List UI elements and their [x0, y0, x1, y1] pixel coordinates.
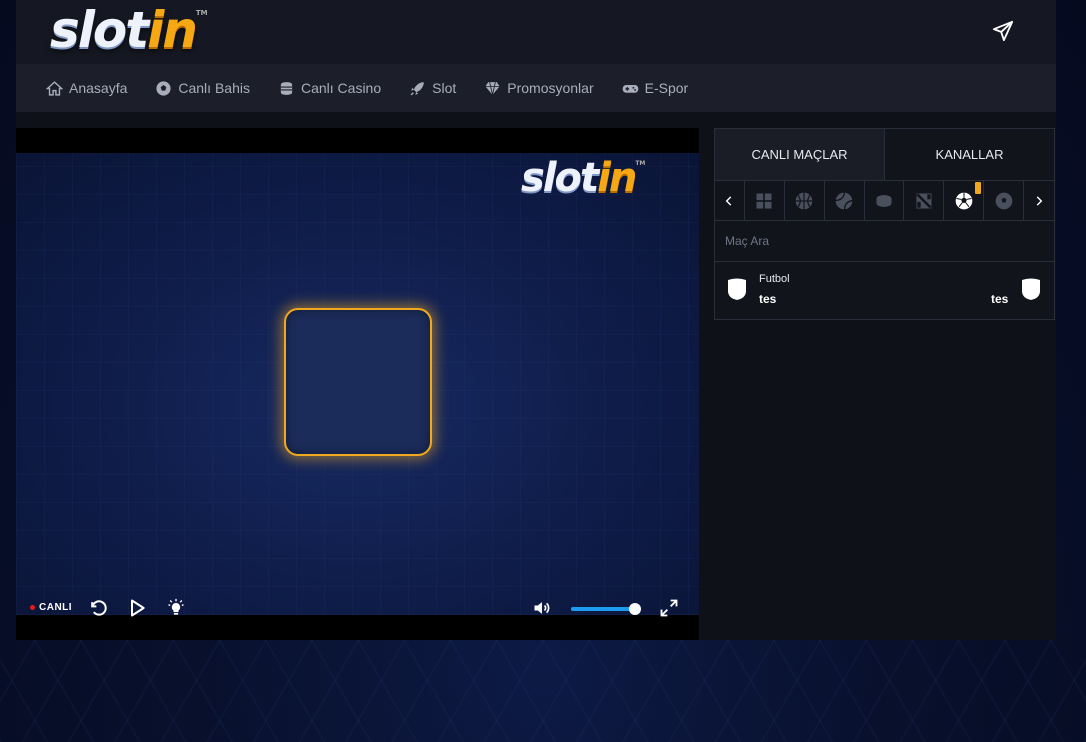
sport-filter-bar — [715, 181, 1054, 221]
home-team-shield-icon — [728, 278, 746, 300]
replay-button[interactable] — [87, 597, 109, 619]
basketball-icon — [795, 192, 813, 210]
nav-item-promosyonlar[interactable]: Promosyonlar — [484, 80, 594, 97]
sport-filter-futsal[interactable] — [984, 181, 1025, 221]
nav-label: Slot — [432, 80, 457, 96]
active-sport-badge — [975, 182, 982, 194]
sport-filter-dota[interactable] — [904, 181, 945, 221]
sport-filter-tennis[interactable] — [825, 181, 865, 221]
match-search — [715, 221, 1054, 262]
paper-plane-icon — [992, 20, 1014, 42]
volume-knob[interactable] — [629, 603, 641, 615]
volume-icon — [534, 602, 550, 614]
fullscreen-button[interactable] — [658, 597, 680, 619]
play-icon — [131, 599, 145, 617]
sport-prev-button[interactable] — [715, 181, 745, 221]
panel-tabs: CANLI MAÇLAR KANALLAR — [715, 129, 1054, 181]
site-logo[interactable]: slotinTM — [50, 2, 208, 58]
main-nav: Anasayfa Canlı Bahis Canlı Casino Slot P… — [16, 64, 1056, 112]
mute-button[interactable] — [531, 597, 553, 619]
fullscreen-icon — [660, 599, 678, 617]
nav-label: Canlı Bahis — [178, 80, 250, 96]
top-bar: slotinTM — [16, 0, 1056, 64]
live-matches-panel: CANLI MAÇLAR KANALLAR Maç Ara Futbol tes… — [714, 128, 1055, 320]
sport-filter-all[interactable] — [745, 181, 785, 221]
chevron-right-icon — [1036, 196, 1043, 206]
live-indicator: CANLI — [30, 602, 72, 613]
nav-label: E-Spor — [644, 80, 689, 96]
match-sport-label: Futbol — [759, 273, 790, 285]
match-row[interactable]: Futbol tes tes — [715, 262, 1054, 319]
tab-kanallar[interactable]: KANALLAR — [885, 129, 1054, 180]
gamepad-icon — [622, 84, 638, 93]
player-controls: CANLI — [16, 594, 699, 624]
chevron-left-icon — [726, 196, 732, 206]
lightbulb-icon — [168, 598, 184, 615]
ice-hockey-icon — [876, 195, 892, 207]
soccer-ball-icon — [955, 192, 973, 210]
diamond-icon — [485, 81, 500, 95]
tennis-icon — [835, 192, 854, 210]
soccer-ball-icon — [156, 80, 171, 96]
away-team-shield-icon — [1022, 278, 1040, 300]
replay-icon — [91, 600, 107, 616]
sport-filter-basketball[interactable] — [785, 181, 825, 221]
all-sports-grid-icon — [756, 193, 772, 209]
nav-label: Anasayfa — [69, 80, 128, 96]
futsal-icon — [995, 192, 1012, 210]
nav-item-slot[interactable]: Slot — [409, 80, 456, 97]
away-team-name: tes — [991, 292, 1009, 306]
sport-filter-soccer[interactable] — [944, 181, 985, 221]
sport-next-button[interactable] — [1024, 181, 1054, 221]
nav-item-canli-casino[interactable]: Canlı Casino — [278, 80, 381, 97]
nav-item-e-spor[interactable]: E-Spor — [622, 80, 689, 97]
video-area[interactable]: slotinTM — [16, 153, 699, 615]
live-dot — [30, 605, 35, 610]
coins-icon — [280, 81, 293, 95]
loading-placeholder — [284, 308, 432, 456]
theater-light-button[interactable] — [165, 597, 187, 619]
tab-canli-maclar[interactable]: CANLI MAÇLAR — [715, 129, 885, 180]
home-icon — [46, 80, 63, 96]
nav-item-anasayfa[interactable]: Anasayfa — [46, 80, 127, 97]
sport-filter-ice-hockey[interactable] — [865, 181, 905, 221]
nav-item-canli-bahis[interactable]: Canlı Bahis — [155, 80, 250, 97]
volume-slider[interactable] — [571, 603, 641, 615]
video-logo-watermark: slotinTM — [521, 155, 646, 201]
nav-label: Canlı Casino — [300, 80, 382, 96]
dota-icon — [916, 193, 932, 209]
volume-fill — [571, 607, 635, 611]
nav-label: Promosyonlar — [507, 80, 594, 96]
background-pattern — [0, 640, 1086, 742]
home-team-name: tes — [759, 292, 777, 306]
match-search-input[interactable] — [725, 234, 1025, 248]
app-shell: slotinTM Anasayfa Canlı Bahis Canlı Casi… — [16, 0, 1056, 640]
video-player[interactable]: slotinTM CANLI — [16, 128, 699, 640]
live-label: CANLI — [39, 602, 73, 613]
play-button[interactable] — [126, 597, 148, 619]
rocket-icon — [410, 81, 424, 95]
telegram-button[interactable] — [988, 16, 1018, 46]
